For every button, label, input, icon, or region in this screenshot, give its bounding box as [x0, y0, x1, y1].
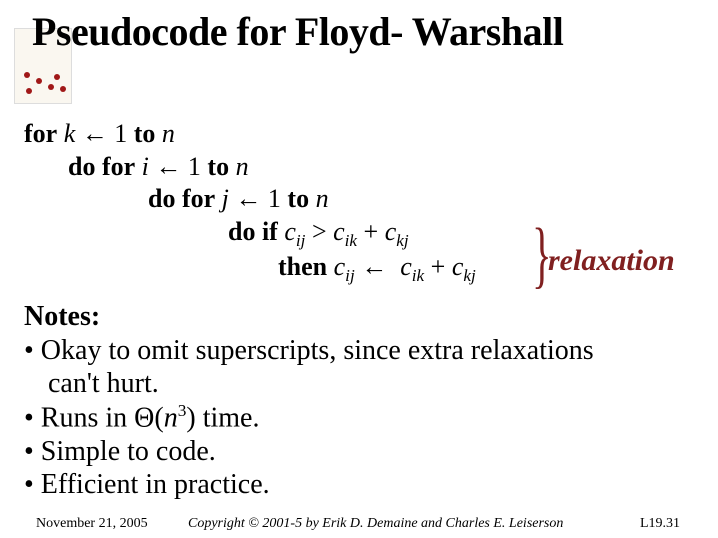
notes-heading: Notes: — [24, 300, 694, 334]
bullet-2-pre: • Runs in — [24, 402, 134, 433]
var-c: c — [333, 217, 345, 246]
relaxation-label: relaxation — [548, 244, 675, 278]
code-line-4: do if cij > cik + ckj — [24, 216, 476, 252]
var-c: c — [452, 252, 464, 281]
code-line-1: for k ← 1 to n — [24, 118, 476, 151]
one: 1 — [188, 152, 201, 181]
arrow: ← — [235, 184, 261, 213]
keyword-to: to — [207, 152, 229, 181]
sub-ij: ij — [296, 231, 306, 250]
footer-copyright: Copyright © 2001-5 by Erik D. Demaine an… — [188, 516, 563, 532]
pseudocode-block: for k ← 1 to n do for i ← 1 to n do for … — [24, 118, 476, 287]
one: 1 — [268, 184, 281, 213]
var-n: n — [316, 184, 329, 213]
bullet-4: • Efficient in practice. — [24, 468, 694, 502]
code-line-2: do for i ← 1 to n — [24, 151, 476, 184]
keyword-do-for: do for — [148, 184, 215, 213]
bullet-3: • Simple to code. — [24, 435, 694, 469]
plus: + — [364, 217, 379, 246]
code-line-3: do for j ← 1 to n — [24, 183, 476, 216]
sub-kj: kj — [463, 266, 475, 285]
keyword-then: then — [278, 252, 327, 281]
arrow: ← — [155, 152, 181, 181]
code-line-5: then cij ← cik + ckj — [24, 251, 476, 287]
var-c: c — [400, 252, 412, 281]
var-n: n — [236, 152, 249, 181]
keyword-to: to — [287, 184, 309, 213]
footer-date: November 21, 2005 — [36, 516, 148, 532]
var-c: c — [334, 252, 346, 281]
var-n: n — [164, 402, 178, 433]
var-c: c — [284, 217, 296, 246]
footer-page-number: L19.31 — [640, 516, 680, 532]
keyword-to: to — [134, 119, 156, 148]
book-decoration — [20, 70, 70, 100]
bullet-1: • Okay to omit superscripts, since extra… — [24, 334, 694, 368]
bullet-2-post: ) time. — [186, 402, 259, 433]
sub-ij: ij — [345, 266, 355, 285]
notes-block: Notes: • Okay to omit superscripts, sinc… — [24, 300, 694, 502]
keyword-do-for: do for — [68, 152, 135, 181]
keyword-for: for — [24, 119, 57, 148]
arrow: ← — [82, 119, 108, 148]
var-n: n — [162, 119, 175, 148]
bullet-2: • Runs in Θ(n3) time. — [24, 401, 694, 435]
keyword-do-if: do if — [228, 217, 278, 246]
one: 1 — [114, 119, 127, 148]
var-k: k — [64, 119, 76, 148]
slide-title: Pseudocode for Floyd- Warshall — [32, 8, 563, 55]
var-c: c — [385, 217, 397, 246]
plus: + — [431, 252, 446, 281]
bullet-1-cont: can't hurt. — [24, 367, 694, 401]
var-i: i — [142, 152, 149, 181]
sub-ik: ik — [345, 231, 357, 250]
theta: Θ( — [134, 402, 164, 433]
var-j: j — [222, 184, 229, 213]
gt: > — [312, 217, 327, 246]
sub-ik: ik — [412, 266, 424, 285]
arrow: ← — [361, 252, 387, 281]
sub-kj: kj — [396, 231, 408, 250]
